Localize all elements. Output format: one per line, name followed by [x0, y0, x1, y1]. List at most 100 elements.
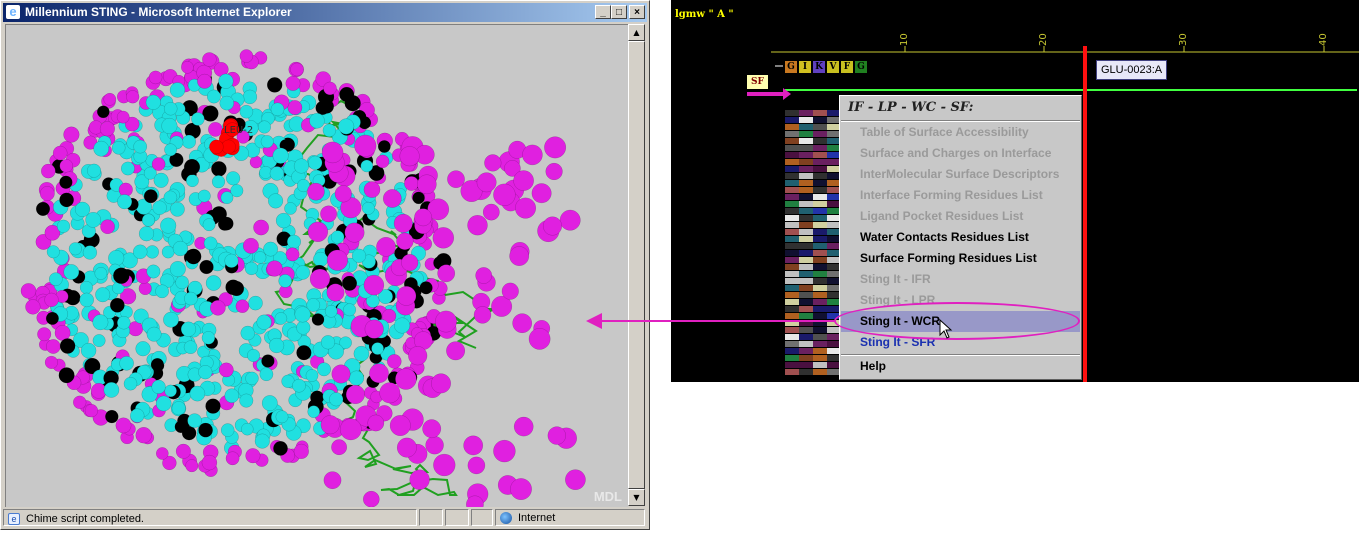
heatmap-cell	[799, 124, 813, 130]
seq-residue[interactable]: K	[813, 61, 825, 73]
heatmap-cell	[813, 229, 827, 235]
heatmap-cell	[799, 138, 813, 144]
menu-item-sting-it-ifr[interactable]: Sting It - IFR	[841, 269, 1080, 290]
close-button[interactable]: ×	[629, 5, 645, 19]
atom-sphere	[123, 376, 138, 391]
scroll-up-arrow-icon[interactable]: ▲	[628, 24, 645, 41]
atom-sphere	[44, 292, 59, 308]
atom-sphere	[348, 370, 365, 386]
vertical-scrollbar[interactable]: ▲ ▼	[628, 24, 645, 506]
heatmap-cell	[813, 152, 827, 158]
heatmap-cell	[785, 124, 799, 130]
heatmap-cell	[813, 278, 827, 284]
position-marker[interactable]	[1083, 46, 1087, 382]
atom-sphere	[323, 81, 337, 96]
heatmap-cell	[813, 348, 827, 354]
atom-sphere	[522, 144, 543, 166]
atom-sphere	[309, 113, 325, 129]
seq-residue[interactable]: G	[785, 61, 797, 73]
seq-residue[interactable]: G	[855, 61, 867, 73]
atom-sphere	[59, 338, 76, 354]
atom-sphere	[141, 213, 156, 227]
security-zone[interactable]: Internet	[495, 509, 645, 526]
atom-sphere	[242, 237, 259, 254]
atom-sphere	[56, 219, 71, 233]
atom-sphere	[135, 426, 152, 444]
atom-sphere	[45, 339, 61, 354]
atom-sphere	[512, 313, 533, 334]
atom-sphere	[119, 355, 134, 371]
sf-tag[interactable]: SF	[747, 75, 768, 89]
atom-sphere	[278, 274, 293, 288]
heatmap-cell	[799, 208, 813, 214]
atom-sphere	[257, 120, 271, 134]
atom-sphere	[187, 413, 202, 428]
heatmap-cell	[813, 194, 827, 200]
menu-item-table-surface-accessibility[interactable]: Table of Surface Accessibility	[841, 122, 1080, 143]
menu-item-interface-forming-residues[interactable]: Interface Forming Residues List	[841, 185, 1080, 206]
heatmap-cell	[785, 257, 799, 263]
status-panel-extra	[471, 509, 493, 526]
atom-sphere	[269, 166, 285, 181]
atom-sphere	[542, 216, 563, 236]
title-bar[interactable]: e Millennium STING - Microsoft Internet …	[3, 3, 647, 22]
atom-sphere	[93, 140, 110, 157]
heatmap-cell	[799, 131, 813, 137]
atom-sphere	[363, 274, 385, 296]
molecule-viewer[interactable]: LEU-2 MDL	[5, 24, 628, 507]
atom-sphere	[224, 253, 239, 268]
atom-sphere	[382, 189, 402, 208]
tick-label-10: 10	[899, 33, 910, 46]
atom-sphere	[431, 373, 451, 394]
atom-sphere	[133, 139, 148, 154]
heatmap-cell	[799, 236, 813, 242]
menu-item-surface-charges-interface[interactable]: Surface and Charges on Interface	[841, 143, 1080, 164]
atom-sphere	[344, 222, 365, 243]
heatmap-cell	[799, 243, 813, 249]
atom-sphere	[432, 227, 455, 249]
menu-item-intermolecular-descriptors[interactable]: InterMolecular Surface Descriptors	[841, 164, 1080, 185]
atom-sphere	[285, 75, 301, 91]
menu-item-help[interactable]: Help	[841, 356, 1080, 377]
atom-sphere	[254, 433, 270, 449]
atom-sphere	[528, 328, 551, 350]
atom-sphere	[169, 82, 186, 98]
atom-sphere	[467, 456, 486, 475]
sf-pointer-arrow-icon	[747, 88, 791, 100]
atom-sphere	[319, 99, 334, 114]
atom-sphere	[334, 185, 352, 203]
menu-item-surface-forming-residues[interactable]: Surface Forming Residues List	[841, 248, 1080, 269]
heatmap-cell	[785, 159, 799, 165]
atom-sphere	[163, 190, 178, 205]
seq-residue[interactable]: F	[841, 61, 853, 73]
atom-sphere	[239, 49, 254, 63]
scroll-down-arrow-icon[interactable]: ▼	[628, 489, 645, 506]
window-title: Millennium STING - Microsoft Internet Ex…	[25, 5, 292, 19]
atom-sphere	[309, 268, 331, 290]
menu-item-ligand-pocket-residues[interactable]: Ligand Pocket Residues List	[841, 206, 1080, 227]
atom-sphere	[63, 126, 80, 143]
heatmap-cell	[813, 334, 827, 340]
minimize-button[interactable]: _	[595, 5, 611, 19]
seq-residue[interactable]: V	[827, 61, 839, 73]
atom-sphere	[68, 242, 82, 256]
atom-sphere	[99, 121, 115, 137]
atom-sphere	[295, 265, 311, 280]
atom-sphere	[246, 348, 261, 363]
atom-sphere	[103, 382, 120, 398]
atom-sphere	[260, 135, 274, 149]
maximize-button[interactable]: □	[611, 5, 627, 19]
atom-sphere	[446, 341, 466, 361]
heatmap-cell	[799, 180, 813, 186]
seq-residue[interactable]: I	[799, 61, 811, 73]
atom-sphere	[310, 390, 325, 405]
heatmap-cell	[785, 215, 799, 221]
tick-label-20: 20	[1038, 33, 1049, 46]
menu-item-water-contacts-residues[interactable]: Water Contacts Residues List	[841, 227, 1080, 248]
heatmap-cell	[813, 131, 827, 137]
atom-sphere	[513, 416, 534, 437]
atom-sphere	[293, 158, 309, 174]
atom-sphere	[85, 212, 102, 228]
scroll-thumb[interactable]	[628, 41, 645, 489]
atom-sphere	[163, 101, 178, 116]
